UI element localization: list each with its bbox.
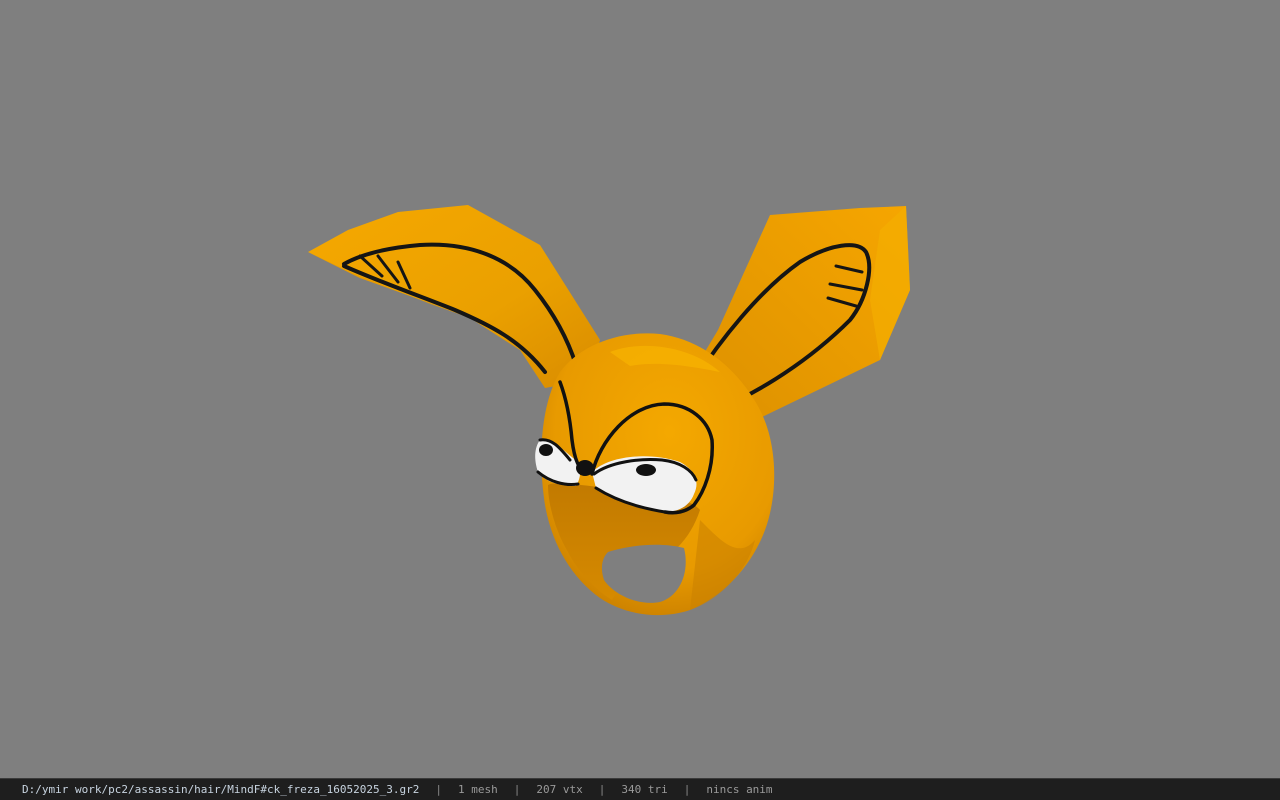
3d-viewport[interactable] [0, 0, 1280, 778]
status-separator: | [513, 783, 521, 796]
status-separator: | [683, 783, 691, 796]
status-separator: | [435, 783, 442, 796]
file-path-text: D:/ymir work/pc2/assassin/hair/MindF#ck_… [22, 783, 420, 796]
triangle-count-text: 340 tri [621, 783, 668, 796]
mesh-count-text: 1 mesh [457, 783, 498, 796]
status-bar: D:/ymir work/pc2/assassin/hair/MindF#ck_… [0, 778, 1280, 800]
anim-status-text: nincs anim [706, 783, 773, 796]
vertex-count-text: 207 vtx [536, 783, 583, 796]
left-ear [308, 205, 600, 388]
model-render [308, 205, 910, 616]
status-separator: | [598, 783, 606, 796]
